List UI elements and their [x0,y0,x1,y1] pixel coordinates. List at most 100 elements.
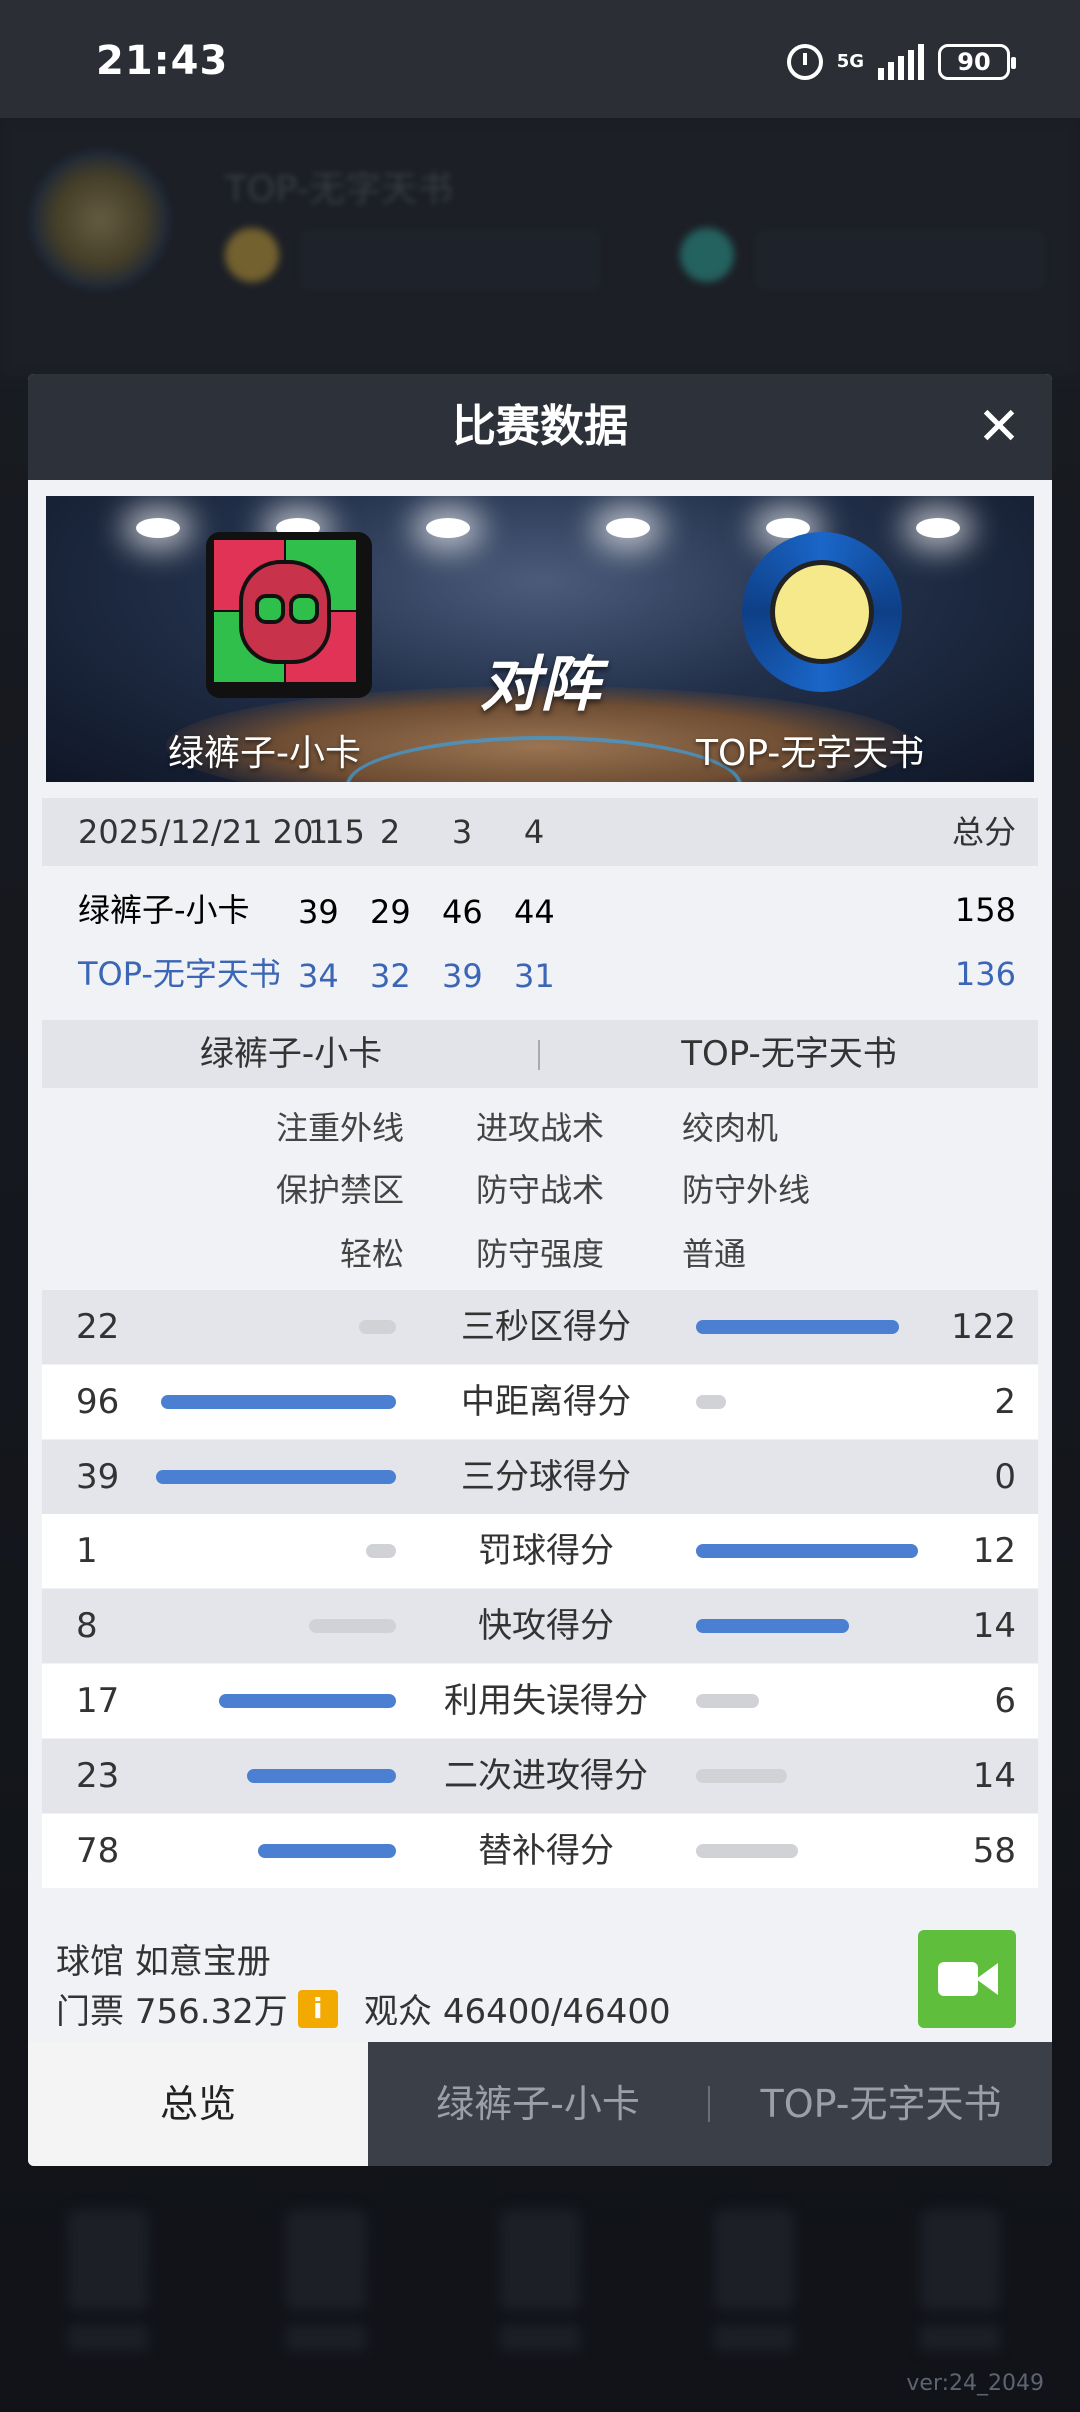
score-table-header: 2025/12/21 20:15 1 2 3 4 总分 [42,798,1038,866]
away-stat-bar [696,1694,759,1708]
home-tactic: 轻松 [339,1235,404,1273]
quarter-score: 31 [514,957,555,995]
matchup-banner: 对阵 绿裤子-小卡 TOP-无字天书 [46,496,1034,782]
tactic-row: 保护禁区 防守战术 防守外线 [42,1160,1038,1220]
quarter-score: 39 [442,957,483,995]
stat-label: 三分球得分 [461,1456,631,1497]
home-stat-value: 8 [76,1606,98,1647]
away-stat-bar [696,1768,787,1783]
home-team-name: 绿裤子-小卡 [168,733,361,774]
stat-label: 中距离得分 [461,1381,631,1422]
modal-header: 比赛数据 ✕ [28,374,1052,480]
stat-row: 96 中距离得分 2 [42,1364,1038,1439]
quarter-label: 1 [307,813,329,851]
ticket-info: 门票 756.32万 i [56,1984,338,2033]
home-team-label: 绿裤子-小卡 [199,1034,383,1074]
quarter-score: 44 [514,893,555,931]
status-bar: 21:43 5G 90 [0,0,1080,118]
signal-icon [878,44,924,80]
stadium-light [426,518,470,538]
away-stat-bar [696,1394,726,1409]
teams-bar: 绿裤子-小卡 TOP-无字天书 [42,1020,1038,1088]
network-type: 5G [836,51,864,72]
total-label: 总分 [951,813,1016,851]
stat-label: 三秒区得分 [461,1307,631,1347]
home-stat-bar [246,1768,396,1783]
quarter-score: 32 [370,957,411,995]
match-data-modal: 比赛数据 ✕ 对阵 绿裤子-小卡 TOP-无字天书 2 0 25/12/21 20:… [28,374,1052,2166]
away-tactic: 防守外线 [682,1171,811,1209]
away-team-label: TOP-无字天书 [681,1034,897,1074]
home-stat-bar [258,1843,396,1858]
quarter-score: 39 [298,893,339,931]
away-team-name: TOP-无字天书 [696,733,925,774]
home-stat-value: 39 [76,1456,120,1497]
home-stat-value: 1 [76,1531,98,1572]
home-tactic: 保护禁区 [275,1171,404,1209]
tactic-row: 注重外线 进攻战术 绞肉机 [42,1098,1038,1158]
away-stat-value: 58 [972,1830,1016,1871]
away-stat-value: 0 [994,1456,1016,1497]
stat-row: 23 二次进攻得分 14 [42,1738,1038,1813]
status-icons: 5G 90 [786,44,1016,80]
away-stat-value: 2 [994,1381,1016,1422]
tactic-category: 防守战术 [476,1171,605,1209]
home-stat-value: 17 [76,1681,120,1721]
tactic-row: 轻松 防守强度 普通 [42,1224,1038,1284]
team-name: 绿裤子-小卡 [78,891,250,929]
battery-level: 90 [957,48,991,76]
video-camera-icon [938,1962,978,1996]
home-stat-value: 78 [76,1830,120,1871]
home-stat-value: 22 [76,1307,120,1347]
tab-bar: 总览 绿裤子-小卡 TOP-无字天书 [28,2042,1052,2166]
venue-info: 球馆 如意宝册 [56,1934,271,1983]
tab-home-team[interactable]: 绿裤子-小卡 [368,2042,708,2166]
score-row-home: 绿裤子-小卡 39 29 46 44 158 [42,876,1038,940]
away-stat-value: 14 [972,1755,1016,1796]
quarter-label: 2 [379,813,401,851]
home-stat-bar [366,1544,396,1559]
tab-away-team[interactable]: TOP-无字天书 [710,2042,1052,2166]
tab-overview[interactable]: 总览 [28,2042,368,2166]
stat-row: 17 利用失误得分 6 [42,1664,1038,1738]
audience-label: 观众 [364,1992,432,2032]
home-stat-value: 23 [76,1755,120,1796]
home-stat-bar [308,1619,396,1634]
venue-name: 如意宝册 [134,1942,271,1982]
quarter-score: 46 [442,893,483,931]
battery-icon: 90 [938,44,1016,80]
tactic-category: 防守强度 [476,1235,605,1273]
stadium-light [136,518,180,538]
away-stat-value: 12 [972,1531,1016,1572]
away-stat-value: 122 [951,1307,1016,1347]
video-replay-button[interactable] [918,1930,1016,2028]
total-score: 158 [954,891,1016,929]
modal-title: 比赛数据 [452,401,628,452]
stat-row: 22 三秒区得分 122 [42,1290,1038,1364]
score-row-away: TOP-无字天书 34 32 39 31 136 [42,940,1038,1004]
away-tactic: 绞肉机 [682,1109,779,1147]
stat-label: 替补得分 [478,1830,614,1871]
audience-value: 46400/46400 [442,1992,671,2032]
info-icon[interactable]: i [297,1989,338,2028]
stat-row: 78 替补得分 58 [42,1813,1038,1888]
close-icon[interactable]: ✕ [972,400,1026,454]
quarter-score: 29 [370,893,411,931]
stat-row: 1 罚球得分 12 [42,1514,1038,1589]
home-stat-value: 96 [76,1381,120,1422]
stat-row: 39 三分球得分 0 [42,1439,1038,1514]
total-score: 136 [954,955,1016,993]
stat-label: 二次进攻得分 [444,1755,648,1796]
version-label: ver:24_2049 [906,2371,1044,2396]
status-time: 21:43 [96,38,229,84]
venue-label: 球馆 [56,1942,124,1982]
team-name: TOP-无字天书 [78,955,281,993]
quarter-score: 34 [298,957,339,995]
quarter-label: 3 [451,813,473,851]
quarter-label: 4 [523,813,545,851]
stat-label: 利用失误得分 [444,1681,648,1721]
home-stat-bar [359,1320,396,1334]
stadium-light [606,518,650,538]
tactic-category: 进攻战术 [476,1109,605,1147]
audience-info: 观众 46400/46400 [364,1984,671,2033]
